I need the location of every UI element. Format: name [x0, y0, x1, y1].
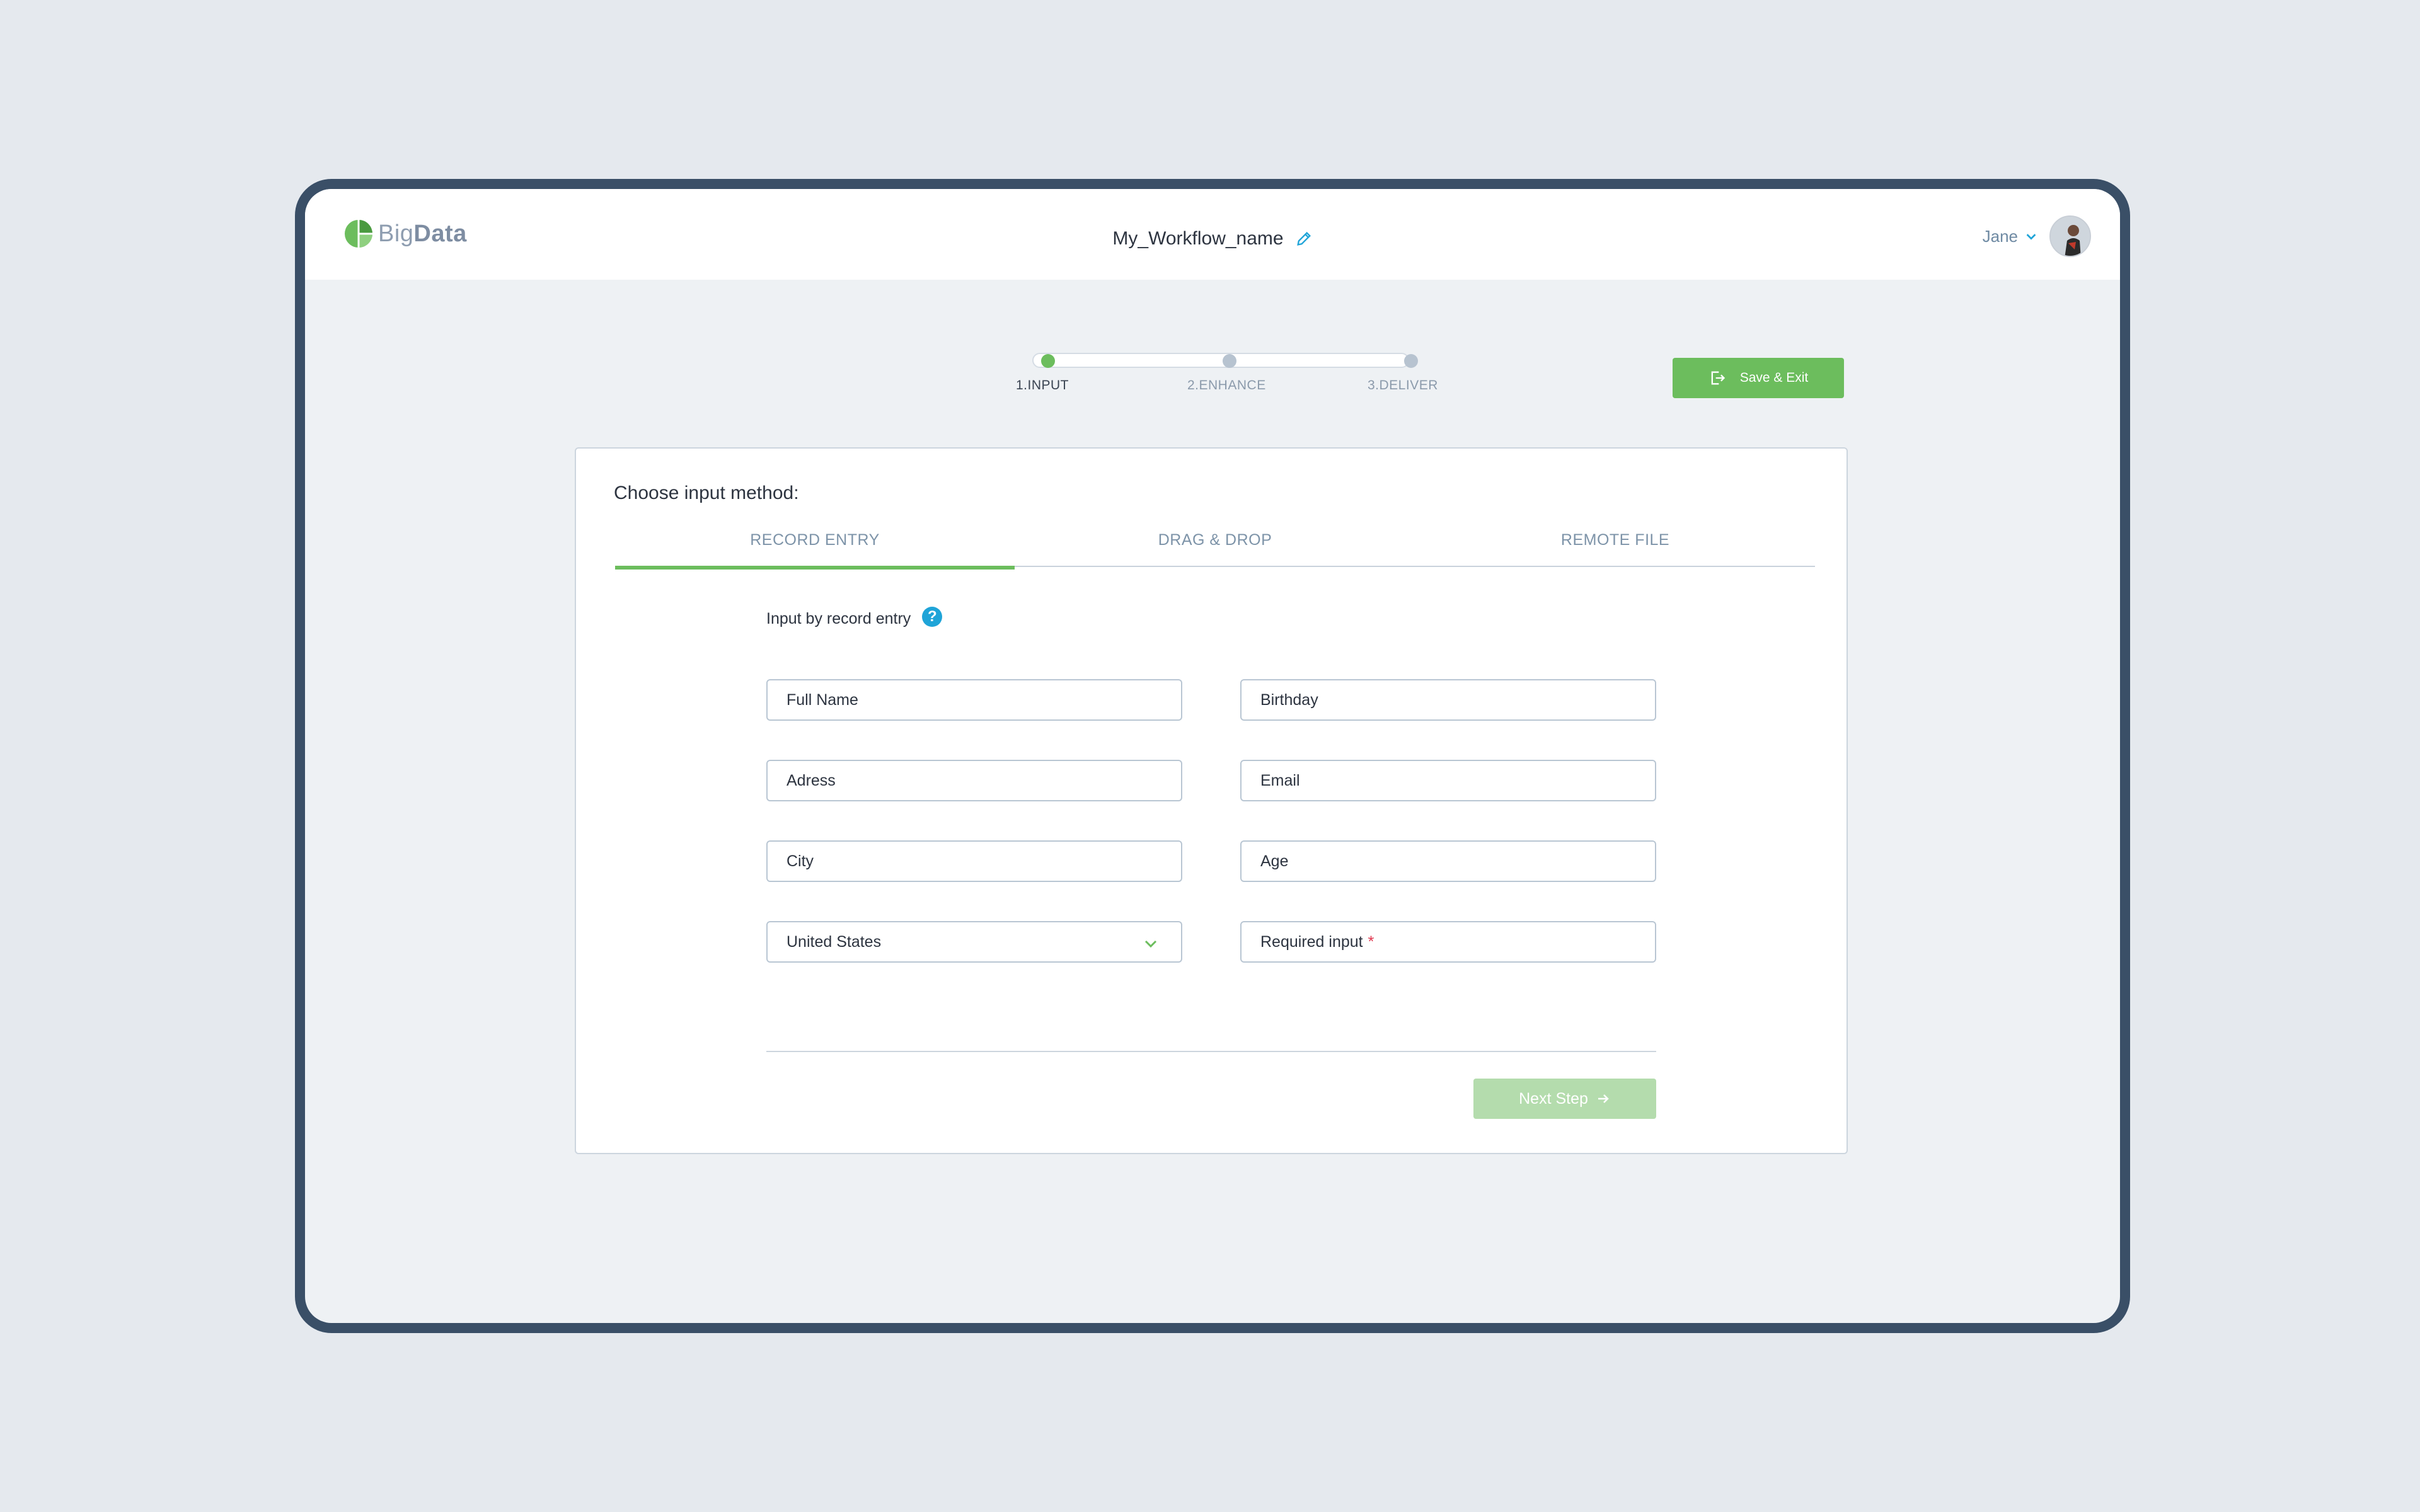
- save-exit-label: Save & Exit: [1739, 370, 1809, 385]
- tab-record-entry[interactable]: RECORD ENTRY: [615, 529, 1015, 570]
- address-placeholder: Adress: [786, 771, 836, 789]
- section-label: Input by record entry ?: [766, 606, 943, 628]
- stepper-track: [1032, 353, 1409, 368]
- step-label-enhance: 2.ENHANCE: [1187, 378, 1266, 392]
- step-label-input: 1.INPUT: [1016, 378, 1069, 392]
- required-input-field[interactable]: Required input *: [1240, 921, 1656, 963]
- next-step-label: Next Step: [1519, 1089, 1588, 1108]
- city-field[interactable]: City: [766, 840, 1182, 882]
- exit-icon: [1711, 371, 1725, 385]
- birthday-placeholder: Birthday: [1260, 690, 1318, 709]
- full-name-placeholder: Full Name: [786, 690, 858, 709]
- help-icon[interactable]: ?: [922, 606, 943, 627]
- birthday-field[interactable]: Birthday: [1240, 679, 1656, 721]
- tab-remote-file[interactable]: REMOTE FILE: [1415, 529, 1815, 567]
- age-placeholder: Age: [1260, 852, 1289, 870]
- section-label-text: Input by record entry: [766, 610, 911, 627]
- required-input-placeholder: Required input: [1260, 932, 1363, 951]
- user-menu[interactable]: Jane: [1983, 215, 2091, 257]
- workflow-title: My_Workflow_name: [305, 228, 2120, 249]
- step-label-deliver: 3.DELIVER: [1368, 378, 1438, 392]
- workflow-name: My_Workflow_name: [1112, 228, 1284, 249]
- chevron-down-icon: [1144, 940, 1157, 948]
- city-placeholder: City: [786, 852, 814, 870]
- avatar-person-icon: [2051, 217, 2090, 256]
- pencil-icon[interactable]: [1295, 230, 1313, 248]
- required-asterisk: *: [1368, 932, 1374, 951]
- progress-stepper: 1.INPUT 2.ENHANCE 3.DELIVER: [1011, 348, 1438, 411]
- save-exit-button[interactable]: Save & Exit: [1673, 358, 1844, 398]
- app-screen: BigData My_Workflow_name Jane 1.INPUT 2.…: [305, 189, 2120, 1323]
- country-select[interactable]: United States: [766, 921, 1182, 963]
- next-step-button[interactable]: Next Step: [1473, 1079, 1656, 1119]
- address-field[interactable]: Adress: [766, 760, 1182, 801]
- input-method-card: Choose input method: RECORD ENTRY DRAG &…: [575, 447, 1848, 1154]
- chevron-down-icon: [2026, 234, 2036, 240]
- device-frame: BigData My_Workflow_name Jane 1.INPUT 2.…: [295, 179, 2130, 1333]
- full-name-field[interactable]: Full Name: [766, 679, 1182, 721]
- age-field[interactable]: Age: [1240, 840, 1656, 882]
- input-method-tabs: RECORD ENTRY DRAG & DROP REMOTE FILE: [615, 529, 1815, 570]
- form-divider: [766, 1051, 1656, 1052]
- arrow-right-icon: [1598, 1094, 1609, 1103]
- step-dot-enhance[interactable]: [1223, 354, 1236, 368]
- user-name: Jane: [1982, 226, 2018, 246]
- country-value: United States: [786, 932, 882, 951]
- email-field[interactable]: Email: [1240, 760, 1656, 801]
- email-placeholder: Email: [1260, 771, 1300, 789]
- top-bar: BigData My_Workflow_name Jane: [305, 189, 2120, 280]
- step-dot-input[interactable]: [1041, 354, 1055, 368]
- tab-drag-drop[interactable]: DRAG & DROP: [1015, 529, 1415, 567]
- step-dot-deliver[interactable]: [1404, 354, 1418, 368]
- avatar[interactable]: [2049, 215, 2091, 257]
- card-title: Choose input method:: [614, 483, 799, 503]
